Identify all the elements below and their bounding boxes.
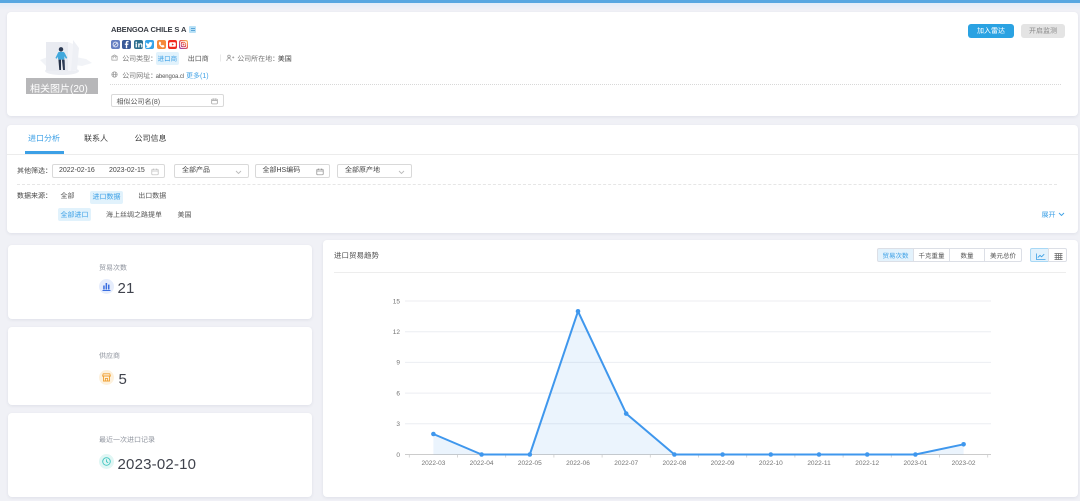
svg-text:2022-06: 2022-06 bbox=[566, 457, 590, 467]
svg-text:2022-11: 2022-11 bbox=[807, 457, 831, 467]
svg-text:2022-05: 2022-05 bbox=[518, 457, 542, 467]
svg-text:3: 3 bbox=[396, 418, 400, 428]
svg-text:2022-07: 2022-07 bbox=[614, 457, 638, 467]
svg-text:6: 6 bbox=[396, 387, 400, 397]
svg-text:2023-01: 2023-01 bbox=[903, 457, 927, 467]
svg-text:2022-08: 2022-08 bbox=[662, 457, 686, 467]
svg-text:0: 0 bbox=[396, 449, 400, 459]
svg-text:2022-10: 2022-10 bbox=[759, 457, 783, 467]
svg-text:9: 9 bbox=[396, 357, 400, 367]
svg-text:2022-03: 2022-03 bbox=[421, 457, 445, 467]
svg-text:2022-12: 2022-12 bbox=[855, 457, 879, 467]
svg-text:2022-09: 2022-09 bbox=[711, 457, 735, 467]
svg-text:12: 12 bbox=[393, 326, 401, 336]
svg-text:2023-02: 2023-02 bbox=[952, 457, 976, 467]
svg-text:2022-04: 2022-04 bbox=[470, 457, 494, 467]
svg-text:15: 15 bbox=[393, 295, 401, 305]
